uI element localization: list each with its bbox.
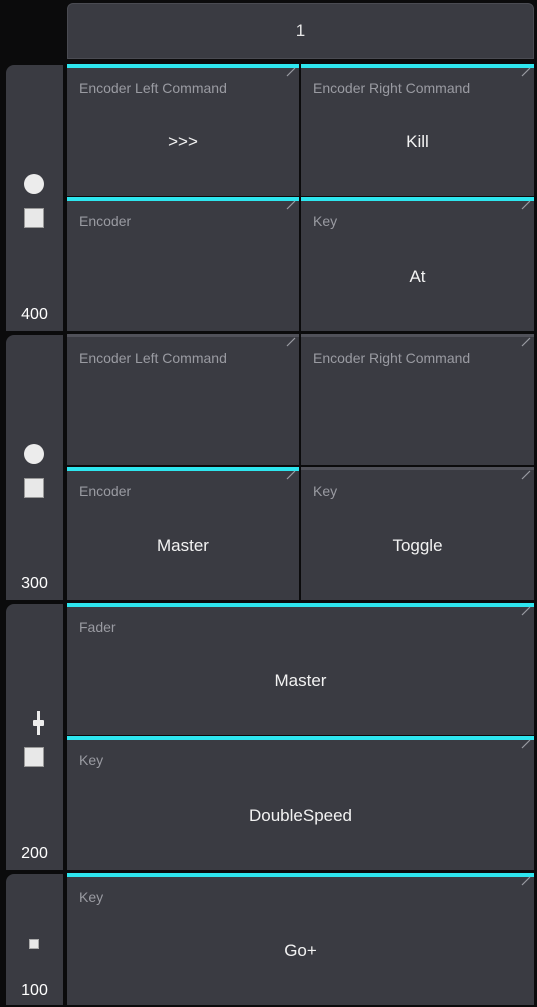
cell-label: Encoder Right Command <box>313 80 471 96</box>
square-icon <box>24 478 44 498</box>
cell-label: Encoder <box>79 213 132 229</box>
square-icon <box>24 747 44 767</box>
cell-label: Fader <box>79 619 116 635</box>
cell-label: Key <box>79 752 104 768</box>
executor-300-sidebar[interactable]: 300 <box>6 335 63 600</box>
page-number: 1 <box>295 21 306 40</box>
cell-value: DoubleSpeed <box>248 806 353 825</box>
resize-corner-icon <box>521 739 531 749</box>
resize-corner-icon <box>521 337 531 347</box>
cell-value: At <box>409 267 426 286</box>
circle-icon <box>24 444 44 464</box>
cell-value: Master <box>157 536 209 555</box>
encoder-cell[interactable]: Encoder Master <box>67 467 299 600</box>
encoder-right-command-cell[interactable]: Encoder Right Command <box>301 334 534 465</box>
small-square-icon <box>29 939 39 949</box>
cell-value: Go+ <box>284 941 317 960</box>
resize-corner-icon <box>286 67 296 77</box>
executor-number: 400 <box>21 306 48 323</box>
resize-corner-icon <box>521 470 531 480</box>
encoder-left-command-cell[interactable]: Encoder Left Command >>> <box>67 64 299 196</box>
resize-corner-icon <box>286 200 296 210</box>
encoder-left-command-cell[interactable]: Encoder Left Command <box>67 334 299 465</box>
encoder-cell[interactable]: Encoder <box>67 197 299 331</box>
cell-label: Encoder Left Command <box>79 350 227 366</box>
resize-corner-icon <box>521 67 531 77</box>
cell-value: >>> <box>168 132 198 151</box>
executor-100-sidebar[interactable]: 100 <box>6 874 63 1005</box>
key-cell[interactable]: Key Go+ <box>67 873 534 1005</box>
cell-label: Encoder <box>79 483 132 499</box>
square-icon <box>24 208 44 228</box>
executor-number: 300 <box>21 575 48 592</box>
cell-value: Toggle <box>392 536 443 555</box>
cell-label: Key <box>313 213 338 229</box>
resize-corner-icon <box>521 876 531 886</box>
encoder-right-command-cell[interactable]: Encoder Right Command Kill <box>301 64 534 196</box>
resize-corner-icon <box>521 606 531 616</box>
resize-corner-icon <box>521 200 531 210</box>
page-header[interactable]: 1 <box>67 3 534 59</box>
executor-number: 200 <box>21 845 48 862</box>
cell-value: Kill <box>406 132 429 151</box>
cell-value: Master <box>274 671 327 690</box>
cell-label: Key <box>79 889 104 905</box>
fader-cell[interactable]: Fader Master <box>67 603 534 735</box>
cell-label: Key <box>313 483 338 499</box>
key-cell[interactable]: Key DoubleSpeed <box>67 736 534 870</box>
executor-400-sidebar[interactable]: 400 <box>6 65 63 331</box>
key-cell[interactable]: Key Toggle <box>301 467 534 600</box>
resize-corner-icon <box>286 337 296 347</box>
executor-200-sidebar[interactable]: 200 <box>6 604 63 870</box>
key-cell[interactable]: Key At <box>301 197 534 331</box>
resize-corner-icon <box>286 470 296 480</box>
cell-label: Encoder Right Command <box>313 350 471 366</box>
executor-number: 100 <box>21 982 48 999</box>
circle-icon <box>24 174 44 194</box>
cell-label: Encoder Left Command <box>79 80 227 96</box>
fader-icon <box>33 711 45 735</box>
executor-layout: 1 400 Encoder Left Command >>> Encoder R… <box>0 0 537 1007</box>
